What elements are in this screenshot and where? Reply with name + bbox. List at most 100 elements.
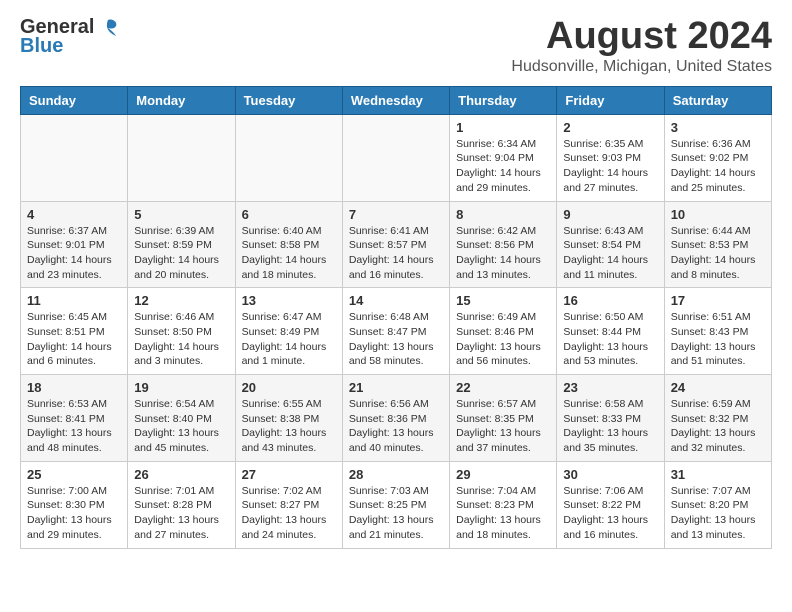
column-header-thursday: Thursday: [450, 86, 557, 114]
day-content: Sunrise: 6:57 AMSunset: 8:35 PMDaylight:…: [456, 397, 550, 456]
column-header-monday: Monday: [128, 86, 235, 114]
calendar-cell: 19 Sunrise: 6:54 AMSunset: 8:40 PMDayligh…: [128, 375, 235, 462]
day-content: Sunrise: 6:39 AMSunset: 8:59 PMDaylight:…: [134, 224, 228, 283]
day-content: Sunrise: 6:34 AMSunset: 9:04 PMDaylight:…: [456, 137, 550, 196]
day-number: 20: [242, 380, 336, 395]
day-number: 28: [349, 467, 443, 482]
day-number: 2: [563, 120, 657, 135]
calendar-cell: 8 Sunrise: 6:42 AMSunset: 8:56 PMDaylight…: [450, 201, 557, 288]
calendar-header-row: SundayMondayTuesdayWednesdayThursdayFrid…: [21, 86, 772, 114]
day-content: Sunrise: 6:51 AMSunset: 8:43 PMDaylight:…: [671, 310, 765, 369]
day-content: Sunrise: 6:58 AMSunset: 8:33 PMDaylight:…: [563, 397, 657, 456]
title-section: August 2024 Hudsonville, Michigan, Unite…: [511, 16, 772, 76]
day-number: 13: [242, 293, 336, 308]
calendar-week-row: 25 Sunrise: 7:00 AMSunset: 8:30 PMDayligh…: [21, 461, 772, 548]
day-content: Sunrise: 6:59 AMSunset: 8:32 PMDaylight:…: [671, 397, 765, 456]
day-number: 31: [671, 467, 765, 482]
day-number: 19: [134, 380, 228, 395]
calendar-cell: 1Sunrise: 6:34 AMSunset: 9:04 PMDaylight…: [450, 114, 557, 201]
calendar-cell: 5 Sunrise: 6:39 AMSunset: 8:59 PMDaylight…: [128, 201, 235, 288]
calendar-cell: 23 Sunrise: 6:58 AMSunset: 8:33 PMDayligh…: [557, 375, 664, 462]
column-header-friday: Friday: [557, 86, 664, 114]
calendar-cell: 12 Sunrise: 6:46 AMSunset: 8:50 PMDayligh…: [128, 288, 235, 375]
day-number: 18: [27, 380, 121, 395]
calendar-cell: 18Sunrise: 6:53 AMSunset: 8:41 PMDayligh…: [21, 375, 128, 462]
logo-blue: Blue: [20, 35, 63, 58]
day-number: 3: [671, 120, 765, 135]
column-header-wednesday: Wednesday: [342, 86, 449, 114]
calendar-table: SundayMondayTuesdayWednesdayThursdayFrid…: [20, 86, 772, 549]
calendar-cell: [21, 114, 128, 201]
calendar-week-row: 1Sunrise: 6:34 AMSunset: 9:04 PMDaylight…: [21, 114, 772, 201]
calendar-cell: [128, 114, 235, 201]
calendar-cell: 4Sunrise: 6:37 AMSunset: 9:01 PMDaylight…: [21, 201, 128, 288]
day-content: Sunrise: 7:01 AMSunset: 8:28 PMDaylight:…: [134, 484, 228, 543]
calendar-cell: 27 Sunrise: 7:02 AMSunset: 8:27 PMDayligh…: [235, 461, 342, 548]
day-content: Sunrise: 6:48 AMSunset: 8:47 PMDaylight:…: [349, 310, 443, 369]
calendar-cell: 26 Sunrise: 7:01 AMSunset: 8:28 PMDayligh…: [128, 461, 235, 548]
day-number: 29: [456, 467, 550, 482]
day-number: 30: [563, 467, 657, 482]
day-number: 24: [671, 380, 765, 395]
calendar-cell: 13 Sunrise: 6:47 AMSunset: 8:49 PMDayligh…: [235, 288, 342, 375]
calendar-cell: 17 Sunrise: 6:51 AMSunset: 8:43 PMDayligh…: [664, 288, 771, 375]
calendar-week-row: 18Sunrise: 6:53 AMSunset: 8:41 PMDayligh…: [21, 375, 772, 462]
day-content: Sunrise: 7:02 AMSunset: 8:27 PMDaylight:…: [242, 484, 336, 543]
calendar-cell: 10Sunrise: 6:44 AMSunset: 8:53 PMDayligh…: [664, 201, 771, 288]
day-content: Sunrise: 7:00 AMSunset: 8:30 PMDaylight:…: [27, 484, 121, 543]
calendar-cell: 9 Sunrise: 6:43 AMSunset: 8:54 PMDaylight…: [557, 201, 664, 288]
day-number: 16: [563, 293, 657, 308]
day-number: 14: [349, 293, 443, 308]
calendar-cell: 3 Sunrise: 6:36 AMSunset: 9:02 PMDaylight…: [664, 114, 771, 201]
day-number: 23: [563, 380, 657, 395]
day-content: Sunrise: 6:50 AMSunset: 8:44 PMDaylight:…: [563, 310, 657, 369]
calendar-cell: 31 Sunrise: 7:07 AMSunset: 8:20 PMDayligh…: [664, 461, 771, 548]
day-number: 21: [349, 380, 443, 395]
day-content: Sunrise: 6:41 AMSunset: 8:57 PMDaylight:…: [349, 224, 443, 283]
day-content: Sunrise: 6:49 AMSunset: 8:46 PMDaylight:…: [456, 310, 550, 369]
day-content: Sunrise: 6:40 AMSunset: 8:58 PMDaylight:…: [242, 224, 336, 283]
day-number: 11: [27, 293, 121, 308]
calendar-cell: [342, 114, 449, 201]
day-number: 17: [671, 293, 765, 308]
day-content: Sunrise: 6:46 AMSunset: 8:50 PMDaylight:…: [134, 310, 228, 369]
day-content: Sunrise: 6:45 AMSunset: 8:51 PMDaylight:…: [27, 310, 121, 369]
column-header-tuesday: Tuesday: [235, 86, 342, 114]
day-number: 10: [671, 207, 765, 222]
day-number: 22: [456, 380, 550, 395]
day-content: Sunrise: 6:55 AMSunset: 8:38 PMDaylight:…: [242, 397, 336, 456]
logo-icon: [96, 18, 120, 38]
day-content: Sunrise: 6:43 AMSunset: 8:54 PMDaylight:…: [563, 224, 657, 283]
page-header: General Blue August 2024 Hudsonville, Mi…: [20, 16, 772, 76]
calendar-week-row: 4Sunrise: 6:37 AMSunset: 9:01 PMDaylight…: [21, 201, 772, 288]
day-number: 9: [563, 207, 657, 222]
calendar-cell: 15Sunrise: 6:49 AMSunset: 8:46 PMDayligh…: [450, 288, 557, 375]
day-content: Sunrise: 6:56 AMSunset: 8:36 PMDaylight:…: [349, 397, 443, 456]
month-year-title: August 2024: [511, 16, 772, 58]
day-number: 26: [134, 467, 228, 482]
calendar-cell: 24 Sunrise: 6:59 AMSunset: 8:32 PMDayligh…: [664, 375, 771, 462]
location-subtitle: Hudsonville, Michigan, United States: [511, 58, 772, 76]
calendar-cell: 14 Sunrise: 6:48 AMSunset: 8:47 PMDayligh…: [342, 288, 449, 375]
day-content: Sunrise: 7:06 AMSunset: 8:22 PMDaylight:…: [563, 484, 657, 543]
day-number: 27: [242, 467, 336, 482]
logo: General Blue: [20, 16, 122, 58]
day-content: Sunrise: 6:42 AMSunset: 8:56 PMDaylight:…: [456, 224, 550, 283]
day-number: 12: [134, 293, 228, 308]
calendar-cell: 16 Sunrise: 6:50 AMSunset: 8:44 PMDayligh…: [557, 288, 664, 375]
calendar-cell: 20 Sunrise: 6:55 AMSunset: 8:38 PMDayligh…: [235, 375, 342, 462]
calendar-cell: 6 Sunrise: 6:40 AMSunset: 8:58 PMDaylight…: [235, 201, 342, 288]
day-content: Sunrise: 7:07 AMSunset: 8:20 PMDaylight:…: [671, 484, 765, 543]
day-number: 25: [27, 467, 121, 482]
day-content: Sunrise: 6:47 AMSunset: 8:49 PMDaylight:…: [242, 310, 336, 369]
calendar-cell: 7Sunrise: 6:41 AMSunset: 8:57 PMDaylight…: [342, 201, 449, 288]
day-number: 6: [242, 207, 336, 222]
day-content: Sunrise: 6:36 AMSunset: 9:02 PMDaylight:…: [671, 137, 765, 196]
day-number: 5: [134, 207, 228, 222]
calendar-week-row: 11 Sunrise: 6:45 AMSunset: 8:51 PMDayligh…: [21, 288, 772, 375]
calendar-cell: 25 Sunrise: 7:00 AMSunset: 8:30 PMDayligh…: [21, 461, 128, 548]
column-header-sunday: Sunday: [21, 86, 128, 114]
calendar-cell: 30 Sunrise: 7:06 AMSunset: 8:22 PMDayligh…: [557, 461, 664, 548]
day-content: Sunrise: 6:54 AMSunset: 8:40 PMDaylight:…: [134, 397, 228, 456]
day-number: 8: [456, 207, 550, 222]
